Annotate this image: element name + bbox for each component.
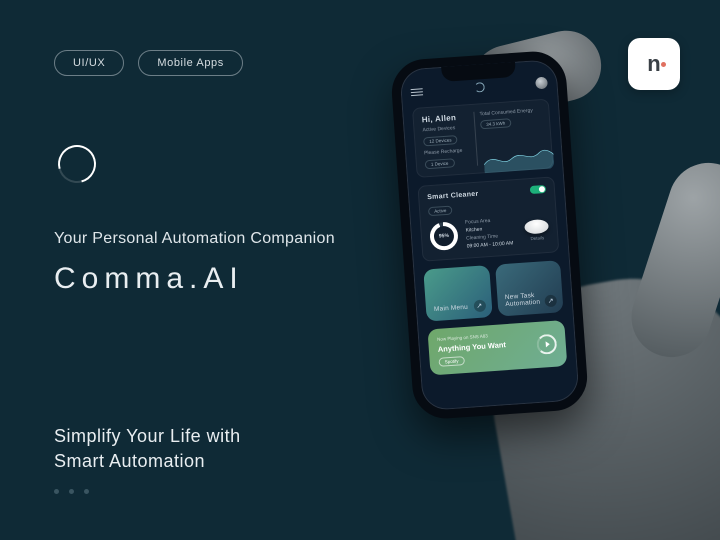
carousel-dots[interactable] bbox=[54, 489, 241, 494]
footer-line-2: Smart Automation bbox=[54, 449, 241, 473]
carousel-dot[interactable] bbox=[84, 489, 89, 494]
arrow-icon: ↗ bbox=[473, 299, 486, 312]
brand-title: Comma.AI bbox=[54, 262, 244, 296]
carousel-dot[interactable] bbox=[69, 489, 74, 494]
robot-vacuum-icon: Details bbox=[524, 218, 549, 241]
smart-cleaner-toggle[interactable] bbox=[530, 185, 547, 194]
menu-icon[interactable] bbox=[411, 88, 423, 96]
now-playing-app-pill: Spotify bbox=[438, 356, 464, 367]
recharge-chip[interactable]: 1 Device bbox=[425, 158, 455, 169]
details-link[interactable]: Details bbox=[525, 234, 549, 241]
footer-line-1: Simplify Your Life with bbox=[54, 424, 241, 448]
now-playing-card[interactable]: Now Playing on SNS A83 Anything You Want… bbox=[427, 320, 567, 375]
energy-wave-graph bbox=[483, 139, 555, 174]
app-badge-letter: n bbox=[647, 51, 660, 77]
cleaner-meta: Focus Area Kitchen Cleaning Time 09:00 A… bbox=[465, 215, 518, 250]
greeting-card: Hi, Allen Active Devices 12 Devices Plea… bbox=[412, 99, 554, 178]
tile-label: Main Menu bbox=[434, 304, 468, 313]
play-button-icon[interactable] bbox=[536, 334, 557, 355]
avatar[interactable] bbox=[535, 77, 548, 90]
cleaner-progress-value: 95% bbox=[433, 226, 454, 247]
carousel-dot[interactable] bbox=[54, 489, 59, 494]
app-logo-icon bbox=[474, 82, 485, 93]
pill-mobile-apps[interactable]: Mobile Apps bbox=[138, 50, 243, 76]
tile-main-menu[interactable]: Main Menu ↗ bbox=[423, 265, 492, 321]
app-badge[interactable]: n bbox=[628, 38, 680, 90]
cleaner-status-chip: Active bbox=[428, 206, 453, 217]
cleaner-progress-ring: 95% bbox=[429, 221, 459, 251]
tagline-text: Your Personal Automation Companion bbox=[54, 230, 335, 248]
arrow-icon: ↗ bbox=[544, 294, 557, 307]
energy-chip[interactable]: 34.3 kWh bbox=[480, 118, 512, 129]
tile-new-task-automation[interactable]: New Task Automation ↗ bbox=[495, 260, 564, 316]
active-devices-chip[interactable]: 12 Devices bbox=[423, 135, 458, 146]
loading-spinner-icon bbox=[51, 138, 103, 190]
badge-accent-dot bbox=[661, 62, 666, 67]
smart-cleaner-title: Smart Cleaner bbox=[427, 190, 479, 201]
energy-label: Total Consumed Energy bbox=[479, 107, 540, 117]
hand-thumb bbox=[621, 153, 720, 368]
smart-cleaner-card: Smart Cleaner Active 95% Focus Area Kitc… bbox=[417, 176, 559, 261]
pill-uiux[interactable]: UI/UX bbox=[54, 50, 124, 76]
phone-mockup: Hi, Allen Active Devices 12 Devices Plea… bbox=[390, 49, 590, 420]
